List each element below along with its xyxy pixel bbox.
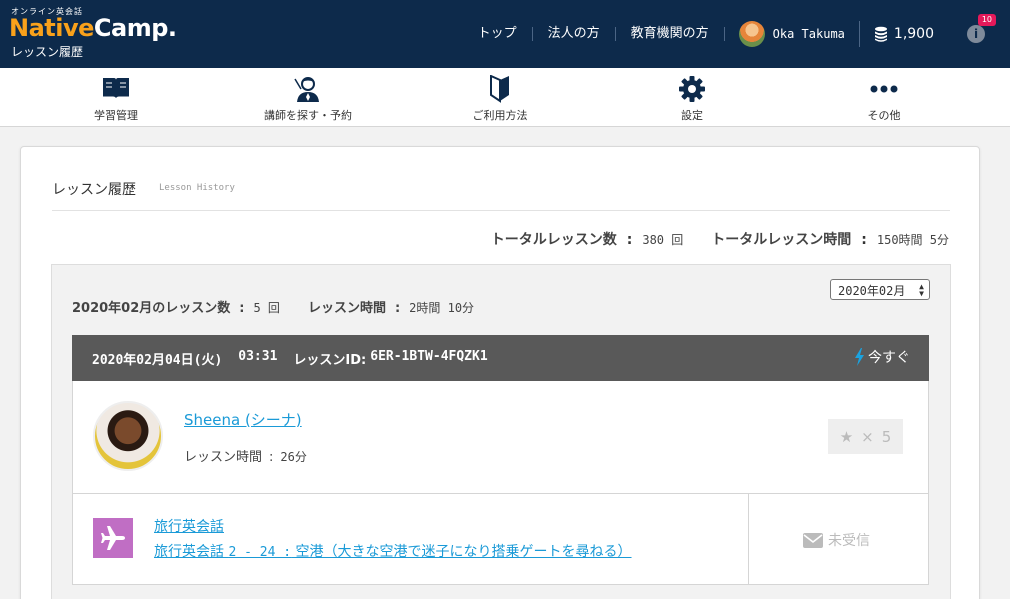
lesson-history-card: レッスン履歴 Lesson History トータルレッスン数 : 380 回 …: [20, 146, 980, 599]
user-menu[interactable]: Oka Takuma: [725, 21, 860, 47]
coin-stack-icon: [874, 26, 887, 42]
now-button[interactable]: 今すぐ: [854, 347, 910, 367]
tutor-row: Sheena (シーナ) レッスン時間 : 26分 ★ × 5: [72, 381, 929, 494]
page-title-en: Lesson History: [159, 183, 235, 193]
month-time-value: 2時間 10分: [409, 301, 475, 315]
top-header: オンライン英会話 NativeCamp. レッスン履歴 トップ 法人の方 教育機…: [0, 0, 1010, 68]
feedback-status-text: 未受信: [828, 533, 870, 549]
lightning-icon: [855, 348, 864, 366]
favorite-count: 5: [881, 427, 892, 446]
logo-native: Native: [9, 14, 94, 42]
nav-more-label: その他: [867, 109, 901, 122]
month-lessons-label: 2020年02月のレッスン数: [72, 301, 231, 316]
feedback-status: 未受信: [803, 530, 870, 550]
total-time-value: 150時間 5分: [876, 233, 949, 247]
month-section: 2020年02月のレッスン数 : 5 回 レッスン時間 : 2時間 10分 20…: [51, 264, 951, 599]
notification-badge: 10: [977, 14, 996, 26]
material-category-link[interactable]: 旅行英会話: [154, 516, 224, 536]
gear-icon: [679, 76, 705, 102]
nav-settings-label: 設定: [681, 109, 703, 122]
lesson-id-value: 6ER-1BTW-4FQZK1: [370, 349, 488, 364]
user-avatar: [738, 21, 765, 47]
lesson-header: 2020年02月04日(火) 03:31 レッスンID: 6ER-1BTW-4F…: [72, 335, 929, 381]
lesson-duration-label: レッスン時間: [184, 450, 263, 465]
nav-link-education[interactable]: 教育機関の方: [616, 27, 725, 41]
nav-find-tutor[interactable]: 講師を探す・予約: [238, 68, 378, 127]
title-divider: [52, 210, 950, 211]
material-title-rest: 空港（大きな空港で迷子になり搭乗ゲートを尋ねる）: [291, 544, 632, 560]
coin-count: 1,900: [893, 26, 934, 42]
header-page-name: レッスン履歴: [11, 45, 84, 59]
month-select-value: 2020年02月: [838, 284, 906, 298]
select-arrows-icon: ▲ ▼: [919, 282, 924, 298]
coin-balance[interactable]: 1,900: [860, 26, 956, 42]
nav-find-tutor-label: 講師を探す・予約: [264, 109, 352, 122]
month-select[interactable]: 2020年02月 ▲ ▼: [830, 279, 930, 300]
lesson-id-label: レッスンID:: [293, 353, 367, 368]
material-title-prefix: 旅行英会話: [154, 544, 229, 560]
nativecamp-logo[interactable]: NativeCamp.: [9, 14, 177, 42]
tutor-name-link[interactable]: Sheena (シーナ): [184, 409, 302, 430]
favorite-times: ×: [861, 427, 874, 446]
month-stats: 2020年02月のレッスン数 : 5 回 レッスン時間 : 2時間 10分: [72, 297, 474, 316]
book-icon: [103, 78, 129, 98]
beginner-mark-icon: [490, 75, 509, 103]
user-name: Oka Takuma: [772, 27, 845, 41]
total-stats: トータルレッスン数 : 380 回 トータルレッスン時間 : 150時間 5分: [491, 229, 949, 249]
teacher-icon: [294, 77, 319, 102]
nav-how-to-use[interactable]: ご利用方法: [430, 68, 570, 127]
lesson-time: 03:31: [238, 349, 278, 364]
nav-learning[interactable]: 学習管理: [46, 68, 186, 127]
total-lessons-label: トータルレッスン数: [490, 232, 617, 248]
main-nav: 学習管理 講師を探す・予約 ご利用方法 設定 その他: [0, 68, 1010, 127]
tutor-photo[interactable]: [93, 401, 163, 471]
nav-how-to-use-label: ご利用方法: [472, 109, 528, 122]
row-divider: [748, 494, 749, 584]
lesson-duration: レッスン時間 : 26分: [184, 446, 307, 465]
lesson-duration-value: 26分: [280, 450, 307, 464]
nav-link-corporate[interactable]: 法人の方: [533, 27, 616, 41]
more-icon: [870, 85, 898, 93]
nav-settings[interactable]: 設定: [622, 68, 762, 127]
nav-link-top[interactable]: トップ: [463, 27, 533, 41]
now-label: 今すぐ: [868, 350, 910, 366]
total-time-label: トータルレッスン時間: [711, 232, 852, 248]
material-title-num: 2 - 24 :: [228, 545, 292, 560]
lesson-date: 2020年02月04日(火): [92, 353, 223, 368]
material-row: 旅行英会話 旅行英会話 2 - 24 : 空港（大きな空港で迷子になり搭乗ゲート…: [72, 494, 929, 585]
envelope-icon: [803, 532, 823, 548]
top-nav: トップ 法人の方 教育機関の方 Oka Takuma 1,900 i 10: [463, 0, 1010, 68]
nav-learning-label: 学習管理: [94, 109, 138, 122]
page-title: レッスン履歴: [52, 182, 136, 198]
nav-more[interactable]: その他: [814, 68, 954, 127]
star-icon: ★: [839, 427, 854, 446]
favorite-button[interactable]: ★ × 5: [828, 419, 903, 454]
notification-icon: i: [967, 25, 985, 43]
total-lessons-value: 380 回: [642, 233, 684, 247]
month-time-label: レッスン時間: [307, 301, 386, 316]
material-title-link[interactable]: 旅行英会話 2 - 24 : 空港（大きな空港で迷子になり搭乗ゲートを尋ねる）: [154, 541, 632, 561]
airplane-icon: [93, 518, 133, 558]
logo-camp: Camp.: [93, 14, 177, 42]
notification-button[interactable]: i 10: [956, 14, 996, 54]
month-lessons-value: 5 回: [253, 301, 280, 315]
